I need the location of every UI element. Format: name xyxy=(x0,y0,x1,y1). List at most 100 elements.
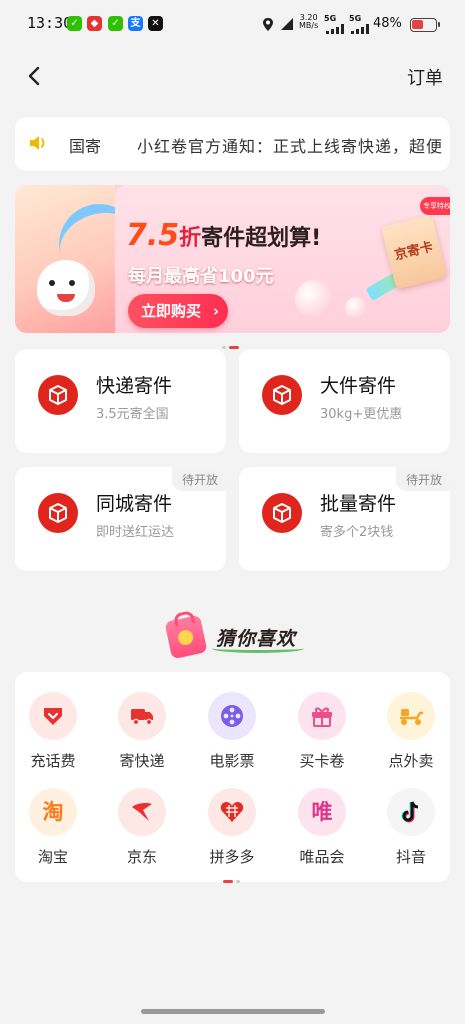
service-subtitle: 即时送红运达 xyxy=(96,525,175,540)
app-send-express[interactable]: 寄快递 xyxy=(105,692,179,782)
recommend-grid: 充话费 寄快递 电影票 买卡卷 点外卖 淘 淘宝 京东 拼多多 唯 唯品会 抖音 xyxy=(15,672,450,882)
app-label: 充话费 xyxy=(30,752,76,770)
net-type-1: 5G xyxy=(324,14,337,23)
app-label: 买卡卷 xyxy=(299,752,345,770)
scooter-icon xyxy=(387,692,435,740)
chevron-left-icon xyxy=(28,66,40,86)
promo-banner[interactable] xyxy=(15,185,450,333)
buy-now-label: 立即购买 xyxy=(141,302,202,320)
pager-dot-active xyxy=(223,880,233,883)
service-batch[interactable]: 待开放 批量寄件 寄多个2块钱 xyxy=(239,467,450,571)
truck-icon xyxy=(118,692,166,740)
app-label: 京东 xyxy=(126,848,157,866)
pager-dot-active xyxy=(229,346,239,349)
banner-discount-unit: 折 xyxy=(179,226,202,251)
battery-icon xyxy=(410,18,440,32)
buy-now-button[interactable]: 立即购买 › xyxy=(128,294,228,328)
banner-discount: 7.5 xyxy=(126,218,180,253)
status-time: 13:30 xyxy=(27,14,73,32)
app-jd[interactable]: 京东 xyxy=(105,788,179,878)
app-label: 淘宝 xyxy=(37,848,68,866)
status-bar: 13:30 ✓ ◆ ✓ 支 ✕ 3.20 MB/s 5G 5G 48% xyxy=(0,0,465,50)
signal-icon xyxy=(351,24,369,34)
battery-percent: 48% xyxy=(373,16,402,31)
bubble-decoration xyxy=(295,280,333,318)
service-title: 批量寄件 xyxy=(320,493,397,515)
service-title: 同城寄件 xyxy=(96,493,173,515)
capcut-icon: ✕ xyxy=(148,16,163,31)
app-label: 电影票 xyxy=(209,752,255,770)
banner-subtitle: 每月最高省100元 xyxy=(128,266,274,287)
app-label: 拼多多 xyxy=(209,848,255,866)
jd-card-label: 京寄卡 xyxy=(393,239,435,264)
service-title: 快递寄件 xyxy=(96,375,173,397)
banner-badge: 专享特权 xyxy=(420,197,450,215)
banner-headline: 寄件超划算! xyxy=(201,226,322,251)
taobao-icon: 淘 xyxy=(29,788,77,836)
package-icon xyxy=(262,375,302,415)
chevron-right-icon: › xyxy=(212,302,219,320)
heart-tag-icon xyxy=(29,692,77,740)
app-douyin[interactable]: 抖音 xyxy=(374,788,448,878)
package-icon xyxy=(38,493,78,533)
notice-tag: 国寄 xyxy=(69,137,102,156)
speaker-icon xyxy=(30,136,45,150)
app-label: 点外卖 xyxy=(388,752,434,770)
app-gift-cards[interactable]: 买卡卷 xyxy=(285,692,359,782)
recommend-pager xyxy=(223,871,243,890)
guess-you-like-header: 猜你喜欢 xyxy=(164,612,314,660)
banner-prev-slide xyxy=(15,185,138,333)
bubble-decoration xyxy=(345,297,367,319)
coming-soon-badge: 待开放 xyxy=(171,467,226,491)
app-pinduoduo[interactable]: 拼多多 xyxy=(195,788,269,878)
jd-icon xyxy=(118,788,166,836)
banner-title: 7.5折寄件超划算! xyxy=(126,218,321,253)
wechat-icon: ✓ xyxy=(108,16,123,31)
net-type-2: 5G xyxy=(349,14,362,23)
shopping-bag-icon xyxy=(164,614,208,660)
app-movie-tickets[interactable]: 电影票 xyxy=(195,692,269,782)
film-reel-icon xyxy=(208,692,256,740)
app-taobao[interactable]: 淘 淘宝 xyxy=(16,788,90,878)
gift-icon xyxy=(298,692,346,740)
mascot-dog-image xyxy=(37,260,95,316)
douyin-icon xyxy=(387,788,435,836)
app-food-delivery[interactable]: 点外卖 xyxy=(374,692,448,782)
service-subtitle: 3.5元寄全国 xyxy=(96,407,169,422)
pager-dot xyxy=(236,880,240,883)
service-large[interactable]: 大件寄件 30kg+更优惠 xyxy=(239,349,450,453)
service-subtitle: 30kg+更优惠 xyxy=(320,407,403,422)
banner-pager xyxy=(222,337,242,356)
app-recharge[interactable]: 充话费 xyxy=(16,692,90,782)
package-icon xyxy=(262,493,302,533)
orders-link[interactable]: 订单 xyxy=(407,64,443,90)
alipay-icon: 支 xyxy=(128,16,143,31)
section-title: 猜你喜欢 xyxy=(211,624,305,653)
service-title: 大件寄件 xyxy=(320,375,397,397)
notice-text: 小红卷官方通知：正式上线寄快递，超便 xyxy=(137,137,444,156)
net-speed-unit: MB/s xyxy=(299,21,319,30)
location-icon xyxy=(263,18,273,31)
taobao-glyph: 淘 xyxy=(42,800,64,824)
back-button[interactable] xyxy=(23,62,47,90)
service-express[interactable]: 快递寄件 3.5元寄全国 xyxy=(15,349,226,453)
signal-boost-icon xyxy=(281,18,293,30)
home-indicator[interactable] xyxy=(141,1009,325,1014)
package-icon xyxy=(38,375,78,415)
vipshop-icon: 唯 xyxy=(298,788,346,836)
notice-bar[interactable]: 国寄 小红卷官方通知：正式上线寄快递，超便 xyxy=(15,117,450,171)
net-speed: 3.20 MB/s xyxy=(299,14,318,30)
vipshop-glyph: 唯 xyxy=(311,800,333,824)
service-same-city[interactable]: 待开放 同城寄件 即时送红运达 xyxy=(15,467,226,571)
signal-icon xyxy=(326,24,344,34)
pager-dot xyxy=(222,346,226,349)
service-subtitle: 寄多个2块钱 xyxy=(320,525,394,540)
app-vipshop[interactable]: 唯 唯品会 xyxy=(285,788,359,878)
coming-soon-badge: 待开放 xyxy=(395,467,450,491)
app-red-icon: ◆ xyxy=(87,16,102,31)
app-label: 唯品会 xyxy=(299,848,345,866)
app-label: 寄快递 xyxy=(119,752,165,770)
pinduoduo-icon xyxy=(208,788,256,836)
wechat-icon: ✓ xyxy=(67,16,82,31)
app-label: 抖音 xyxy=(395,848,426,866)
